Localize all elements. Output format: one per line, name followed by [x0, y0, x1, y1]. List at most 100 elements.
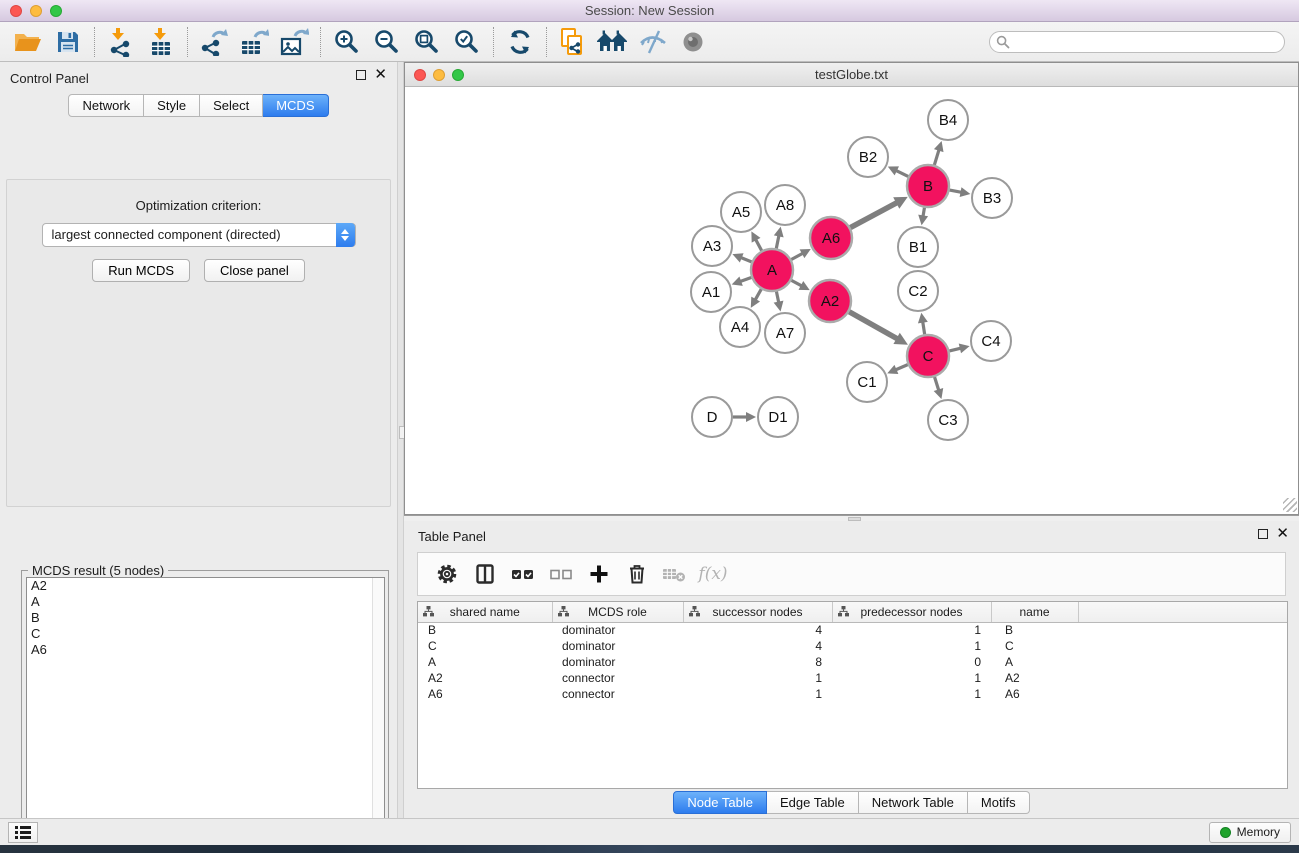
graph-edge[interactable]	[850, 203, 897, 228]
network-close-button[interactable]	[414, 69, 426, 81]
close-panel-icon[interactable]: ✕	[374, 70, 387, 80]
graph-edge[interactable]	[896, 365, 908, 370]
table-row[interactable]: Adominator80A	[418, 654, 1287, 670]
graph-edge[interactable]	[934, 150, 939, 165]
table-cell[interactable]: B	[991, 622, 1078, 638]
export-table-icon[interactable]	[234, 25, 274, 59]
table-cell[interactable]: C	[418, 638, 552, 654]
select-all-columns-icon[interactable]	[508, 559, 538, 589]
delete-column-trash-icon[interactable]	[622, 559, 652, 589]
table-cell[interactable]: 4	[683, 638, 832, 654]
network-window-titlebar[interactable]: testGlobe.txt	[405, 63, 1298, 87]
table-cell[interactable]: 1	[832, 638, 991, 654]
table-settings-gear-icon[interactable]	[432, 559, 462, 589]
graph-edge[interactable]	[756, 239, 762, 250]
tab-edge-table[interactable]: Edge Table	[767, 791, 859, 814]
graph-edge[interactable]	[755, 289, 761, 300]
column-header-shared-name[interactable]: shared name	[418, 602, 552, 622]
table-cell[interactable]: 8	[683, 654, 832, 670]
table-cell[interactable]: B	[418, 622, 552, 638]
table-cell[interactable]: dominator	[552, 654, 683, 670]
zoom-in-icon[interactable]	[327, 25, 367, 59]
minimize-window-button[interactable]	[30, 5, 42, 17]
apply-layout-icon[interactable]	[500, 25, 540, 59]
table-cell[interactable]: 1	[683, 670, 832, 686]
table-row[interactable]: A6connector11A6	[418, 686, 1287, 702]
search-input[interactable]	[989, 31, 1285, 53]
table-cell[interactable]: 4	[683, 622, 832, 638]
open-session-icon[interactable]	[553, 25, 593, 59]
show-columns-icon[interactable]	[470, 559, 500, 589]
table-cell[interactable]: 0	[832, 654, 991, 670]
graph-edge[interactable]	[791, 280, 801, 286]
import-table-icon[interactable]	[141, 25, 181, 59]
table-cell[interactable]: A6	[991, 686, 1078, 702]
column-header-predecessor-nodes[interactable]: predecessor nodes	[832, 602, 991, 622]
network-minimize-button[interactable]	[433, 69, 445, 81]
table-cell[interactable]: A	[991, 654, 1078, 670]
close-table-panel-icon[interactable]: ✕	[1276, 529, 1289, 539]
table-row[interactable]: Bdominator41B	[418, 622, 1287, 638]
tab-network-table[interactable]: Network Table	[859, 791, 968, 814]
table-cell[interactable]: 1	[832, 686, 991, 702]
graph-edge[interactable]	[776, 292, 778, 303]
graph-edge[interactable]	[923, 322, 925, 335]
table-cell[interactable]: C	[991, 638, 1078, 654]
export-network-icon[interactable]	[194, 25, 234, 59]
graph-edge[interactable]	[791, 253, 803, 259]
task-history-button[interactable]	[8, 822, 38, 843]
table-cell[interactable]: connector	[552, 670, 683, 686]
mcds-list-scrollbar[interactable]	[372, 578, 384, 853]
window-resize-grip[interactable]	[1283, 498, 1297, 512]
mcds-result-list[interactable]: A2ABCA6	[26, 577, 385, 853]
table-cell[interactable]: A2	[991, 670, 1078, 686]
network-canvas[interactable]: B4B2BB3A5A8A6A3B1AA1C2A2A4A7C4CC1C3DD1	[405, 87, 1298, 513]
home-icon[interactable]	[593, 25, 633, 59]
mcds-result-item[interactable]: A	[27, 594, 384, 610]
tab-mcds[interactable]: MCDS	[263, 94, 328, 117]
table-cell[interactable]: A	[418, 654, 552, 670]
criterion-dropdown[interactable]: largest connected component (directed)	[42, 223, 356, 247]
table-cell[interactable]: connector	[552, 686, 683, 702]
table-cell[interactable]: A6	[418, 686, 552, 702]
graph-edge[interactable]	[741, 258, 752, 262]
table-row[interactable]: A2connector11A2	[418, 670, 1287, 686]
graph-edge[interactable]	[776, 235, 779, 248]
tab-network[interactable]: Network	[68, 94, 144, 117]
column-header-name[interactable]: name	[991, 602, 1078, 622]
column-header-mcds-role[interactable]: MCDS role	[552, 602, 683, 622]
function-builder-icon[interactable]: f(x)	[698, 559, 728, 589]
graph-edge[interactable]	[896, 170, 908, 176]
create-column-icon[interactable]	[584, 559, 614, 589]
export-image-icon[interactable]	[274, 25, 314, 59]
open-file-icon[interactable]	[8, 25, 48, 59]
zoom-window-button[interactable]	[50, 5, 62, 17]
table-row[interactable]: Cdominator41C	[418, 638, 1287, 654]
zoom-out-icon[interactable]	[367, 25, 407, 59]
run-mcds-button[interactable]: Run MCDS	[92, 259, 190, 282]
graph-edge[interactable]	[740, 277, 751, 281]
graph-edge[interactable]	[849, 312, 897, 339]
graph-edge[interactable]	[923, 208, 924, 217]
network-zoom-button[interactable]	[452, 69, 464, 81]
memory-button[interactable]: Memory	[1209, 822, 1291, 843]
table-cell[interactable]: 1	[832, 670, 991, 686]
import-network-icon[interactable]	[101, 25, 141, 59]
close-window-button[interactable]	[10, 5, 22, 17]
unselect-all-columns-icon[interactable]	[546, 559, 576, 589]
table-cell[interactable]: 1	[683, 686, 832, 702]
zoom-fit-icon[interactable]	[407, 25, 447, 59]
show-graphics-details-icon[interactable]	[673, 25, 713, 59]
float-table-panel-icon[interactable]	[1258, 529, 1268, 539]
table-cell[interactable]: dominator	[552, 638, 683, 654]
float-panel-icon[interactable]	[356, 70, 366, 80]
mcds-result-item[interactable]: C	[27, 626, 384, 642]
delete-table-icon[interactable]	[660, 559, 690, 589]
mcds-result-item[interactable]: B	[27, 610, 384, 626]
tab-motifs[interactable]: Motifs	[968, 791, 1030, 814]
mcds-result-item[interactable]: A2	[27, 578, 384, 594]
table-cell[interactable]: dominator	[552, 622, 683, 638]
graph-edge[interactable]	[950, 190, 962, 192]
tab-style[interactable]: Style	[144, 94, 200, 117]
close-panel-button[interactable]: Close panel	[204, 259, 305, 282]
